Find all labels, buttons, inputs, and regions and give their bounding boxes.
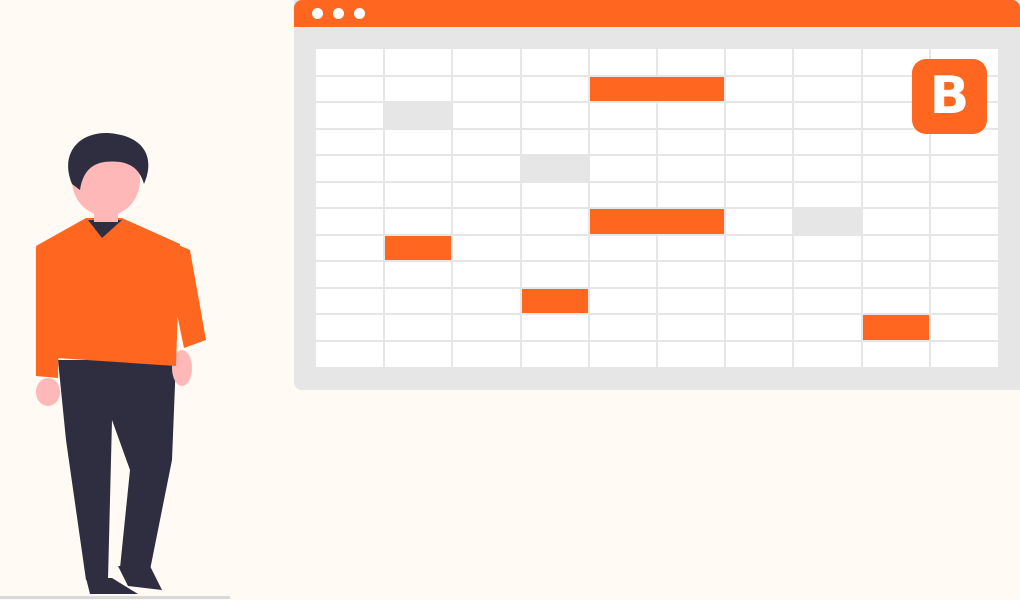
spreadsheet-grid[interactable] <box>316 49 998 367</box>
selected-cell[interactable] <box>794 209 861 234</box>
floor-line <box>0 596 230 599</box>
selected-cell[interactable] <box>385 103 452 128</box>
grid-column-line <box>792 49 795 367</box>
person-torso <box>36 218 180 366</box>
grid-column-line <box>383 49 386 367</box>
brand-logo-icon: B <box>912 59 987 134</box>
selected-cell[interactable] <box>521 156 588 181</box>
person-illustration <box>36 133 206 594</box>
window-titlebar <box>294 0 1020 27</box>
grid-column-line <box>724 49 727 367</box>
person-legs <box>58 360 176 580</box>
window-dot-2[interactable] <box>333 8 344 19</box>
highlighted-cell[interactable] <box>589 76 725 101</box>
highlighted-cell[interactable] <box>521 288 588 313</box>
person-left-hand <box>36 378 60 406</box>
highlighted-cell[interactable] <box>589 209 725 234</box>
window-dot-3[interactable] <box>354 8 365 19</box>
window-dot-1[interactable] <box>312 8 323 19</box>
highlighted-cell[interactable] <box>385 235 452 260</box>
highlighted-cell[interactable] <box>862 315 929 340</box>
grid-column-line <box>451 49 454 367</box>
grid-column-line <box>519 49 522 367</box>
